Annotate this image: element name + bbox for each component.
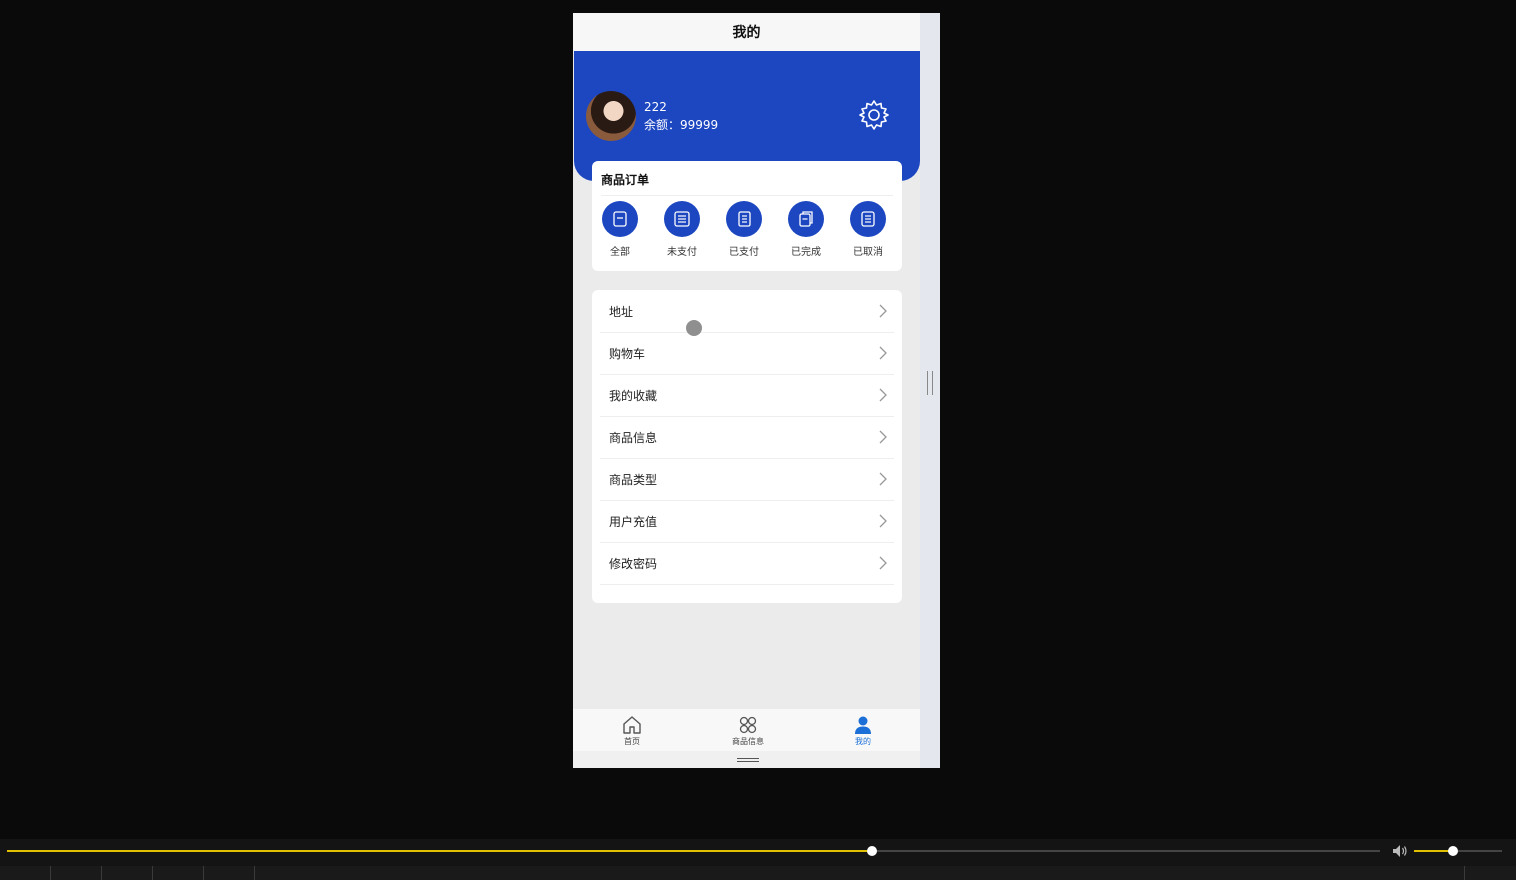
home-indicator [573, 751, 940, 768]
grid-icon [739, 716, 757, 734]
chevron-right-icon [879, 556, 887, 570]
volume-icon[interactable] [1392, 844, 1408, 858]
gear-icon[interactable] [858, 99, 890, 131]
orders-divider [601, 195, 893, 196]
order-paid-label: 已支付 [729, 247, 759, 258]
page-title: 我的 [573, 13, 920, 51]
touch-indicator [686, 320, 702, 336]
seek-progress [7, 850, 872, 852]
menu-item-label: 地址 [609, 304, 634, 319]
menu-item-product-info[interactable]: 商品信息 [600, 416, 894, 459]
chevron-right-icon [879, 472, 887, 486]
menu-item-label: 购物车 [609, 346, 646, 361]
strip-divider [101, 866, 102, 880]
tab-product-info[interactable]: 商品信息 [708, 709, 788, 751]
order-done-label: 已完成 [791, 247, 821, 258]
avatar[interactable] [586, 91, 636, 141]
user-icon [855, 716, 871, 734]
orders-card: 商品订单 全部 未支付 已支付 已完成 已取消 [592, 161, 902, 271]
order-all-icon [613, 211, 627, 227]
menu-item-favorites[interactable]: 我的收藏 [600, 374, 894, 417]
menu-item-label: 修改密码 [609, 556, 658, 571]
order-paid-icon [738, 211, 751, 227]
tab-mine[interactable]: 我的 [823, 709, 903, 751]
menu-item-label: 商品信息 [609, 430, 658, 445]
phone-screen: 我的 222 余额：99999 商品订单 全部 未支付 已支付 已完成 已取消 … [573, 13, 940, 768]
tab-label: 商品信息 [732, 737, 764, 746]
menu-item-label: 商品类型 [609, 472, 658, 487]
order-unpaid-label: 未支付 [667, 247, 697, 258]
order-cancel-icon [861, 211, 875, 227]
tab-label: 我的 [855, 737, 871, 746]
home-icon [623, 716, 641, 734]
strip-divider [50, 866, 51, 880]
order-cancel-button[interactable]: 已取消 [843, 201, 893, 258]
tab-home[interactable]: 首页 [592, 709, 672, 751]
volume-handle[interactable] [1448, 846, 1458, 856]
scrollbar-grip[interactable] [927, 371, 933, 395]
seek-handle[interactable] [867, 846, 877, 856]
menu-item-address[interactable]: 地址 [600, 290, 894, 333]
chevron-right-icon [879, 304, 887, 318]
tab-bar: 首页 商品信息 我的 [573, 709, 920, 751]
order-done-button[interactable]: 已完成 [781, 201, 831, 258]
menu-item-product-type[interactable]: 商品类型 [600, 458, 894, 501]
tab-label: 首页 [624, 737, 640, 746]
strip-divider [254, 866, 255, 880]
order-done-icon [799, 211, 813, 227]
menu-item-change-password[interactable]: 修改密码 [600, 542, 894, 585]
strip-divider [1464, 866, 1465, 880]
order-all-label: 全部 [610, 247, 630, 258]
order-unpaid-icon [674, 211, 690, 227]
username: 222 [644, 100, 667, 114]
chevron-right-icon [879, 514, 887, 528]
order-all-button[interactable]: 全部 [595, 201, 645, 258]
menu-item-recharge[interactable]: 用户充值 [600, 500, 894, 543]
order-cancel-label: 已取消 [853, 247, 883, 258]
strip-divider [203, 866, 204, 880]
chevron-right-icon [879, 430, 887, 444]
menu-item-label: 用户充值 [609, 514, 658, 529]
orders-title: 商品订单 [601, 173, 650, 187]
balance: 余额：99999 [644, 118, 719, 132]
chevron-right-icon [879, 346, 887, 360]
strip-divider [152, 866, 153, 880]
order-paid-button[interactable]: 已支付 [719, 201, 769, 258]
menu-item-cart[interactable]: 购物车 [600, 332, 894, 375]
chevron-right-icon [879, 388, 887, 402]
menu-item-label: 我的收藏 [609, 388, 658, 403]
bottom-strip [0, 866, 1516, 880]
order-unpaid-button[interactable]: 未支付 [657, 201, 707, 258]
menu-list: 地址 购物车 我的收藏 商品信息 商品类型 用户充值 修改密码 [592, 290, 902, 603]
